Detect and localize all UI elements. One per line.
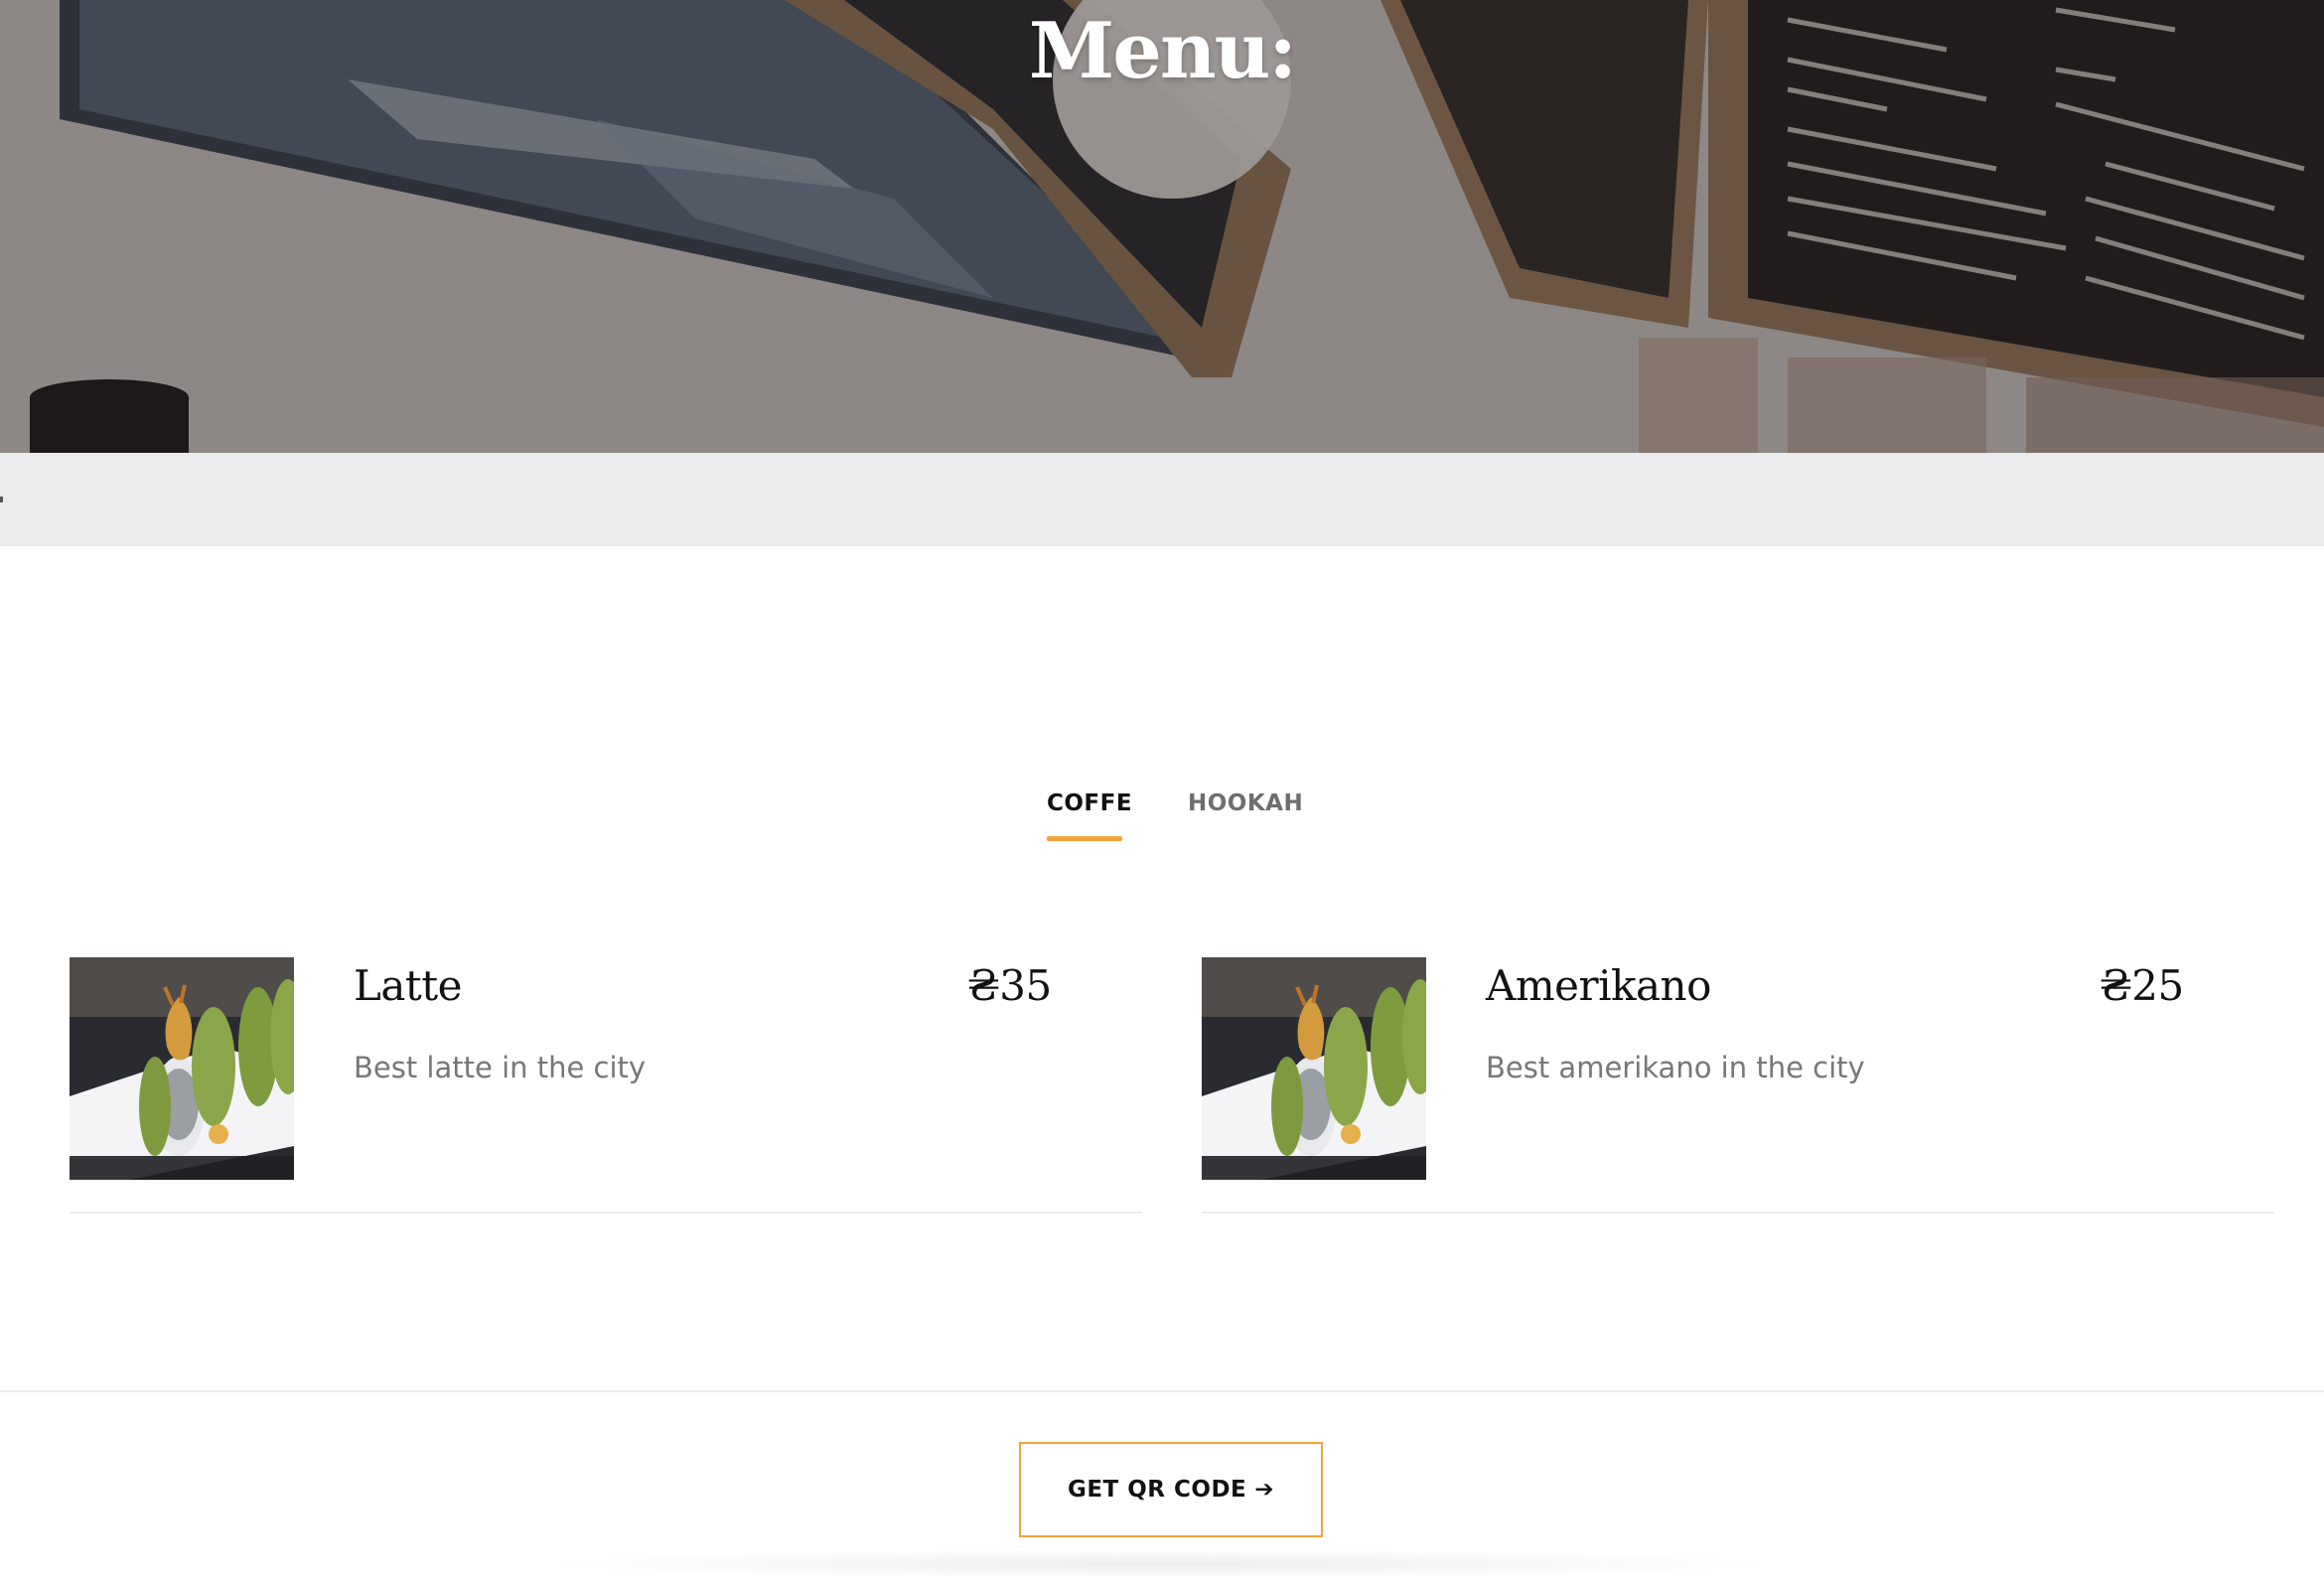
breadcrumb-strip <box>0 453 2324 546</box>
tab-hookah[interactable]: HOOKAH <box>1188 790 1303 816</box>
hero-banner: Menu: <box>0 0 2324 453</box>
menu-item[interactable]: Latte ₴35 Best latte in the city <box>70 957 1142 1214</box>
menu-item-price: ₴25 <box>2100 961 2184 1010</box>
menu-item-name: Amerikano <box>1486 961 1711 1010</box>
strip-edge-mark <box>0 497 3 502</box>
arrow-right-icon: ➔ <box>1254 1477 1275 1503</box>
page-title: Menu: <box>1028 6 1297 96</box>
menu-category-tabs: COFFE HOOKAH <box>0 785 2324 864</box>
menu-item-description: Best latte in the city <box>354 1051 647 1084</box>
sushi-roll-photo <box>70 957 294 1180</box>
menu-item-description: Best amerikano in the city <box>1486 1051 1865 1084</box>
menu-item-image <box>70 957 294 1180</box>
menu-item-name: Latte <box>354 961 463 1010</box>
menu-item-image <box>1202 957 1426 1180</box>
bottom-shadow <box>536 1549 1788 1579</box>
sushi-roll-photo <box>1202 957 1426 1180</box>
active-tab-indicator <box>1047 836 1122 841</box>
menu-item-price: ₴35 <box>967 961 1052 1010</box>
get-qr-code-button[interactable]: GET QR CODE ➔ <box>1019 1442 1323 1537</box>
tab-coffe[interactable]: COFFE <box>1047 790 1132 816</box>
menu-item[interactable]: Amerikano ₴25 Best amerikano in the city <box>1202 957 2274 1214</box>
qr-button-label: GET QR CODE <box>1067 1477 1247 1503</box>
footer-divider <box>0 1390 2324 1392</box>
